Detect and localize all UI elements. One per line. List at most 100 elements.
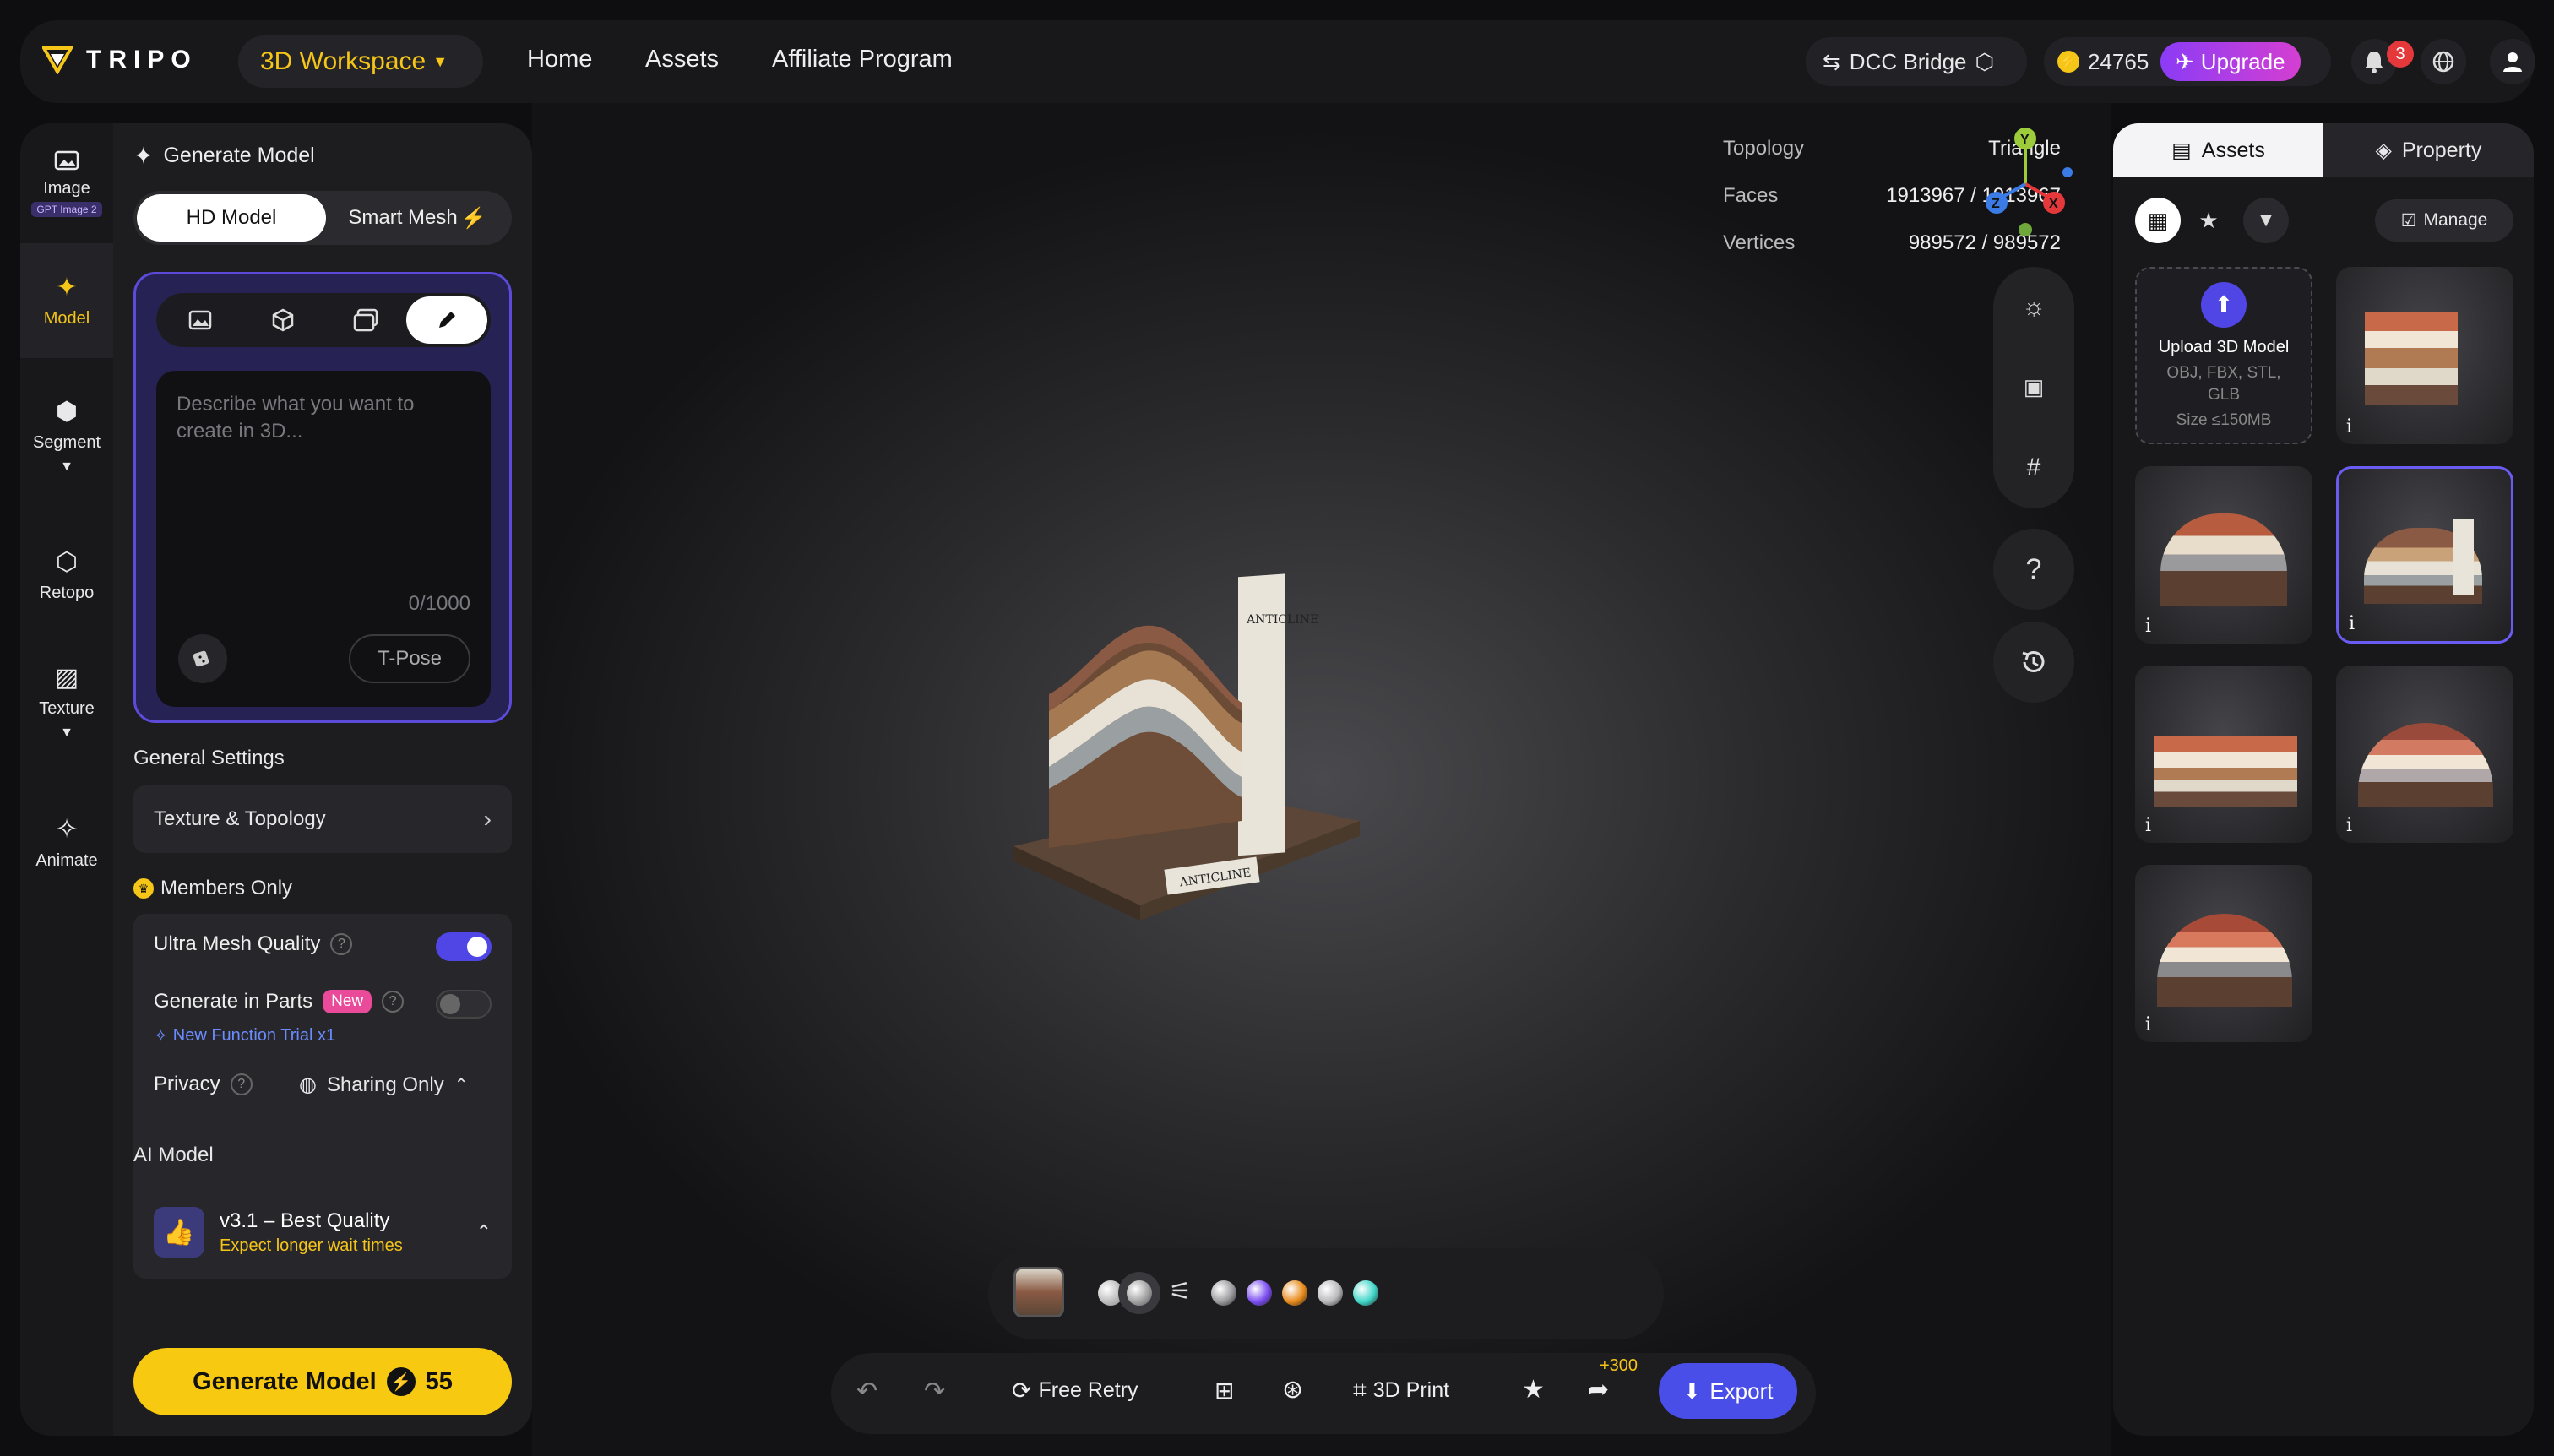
gift-icon[interactable]: ⊞ bbox=[1215, 1377, 1234, 1404]
tab-property[interactable]: ◈ Property bbox=[2323, 123, 2534, 177]
logo[interactable]: TRIPO bbox=[42, 46, 198, 74]
chevron-down-icon: ▼ bbox=[60, 459, 73, 474]
sliders-icon[interactable]: ⚟ bbox=[1169, 1277, 1192, 1307]
axis-gizmo[interactable]: Y X Z bbox=[1975, 125, 2076, 243]
undo-icon[interactable]: ↶ bbox=[856, 1377, 878, 1406]
material-bar: ⚟ bbox=[988, 1248, 1664, 1339]
rail-image[interactable]: Image GPT Image 2 bbox=[20, 123, 113, 242]
asset-thumbnail[interactable]: i bbox=[2135, 466, 2312, 644]
help-icon[interactable]: ? bbox=[230, 1073, 253, 1095]
credits-value: 24765 bbox=[2088, 48, 2149, 74]
material-purple-sphere[interactable] bbox=[1247, 1280, 1272, 1306]
dcc-bridge-button[interactable]: ⇆ DCC Bridge ⬡ bbox=[1806, 37, 2027, 86]
vertices-label: Vertices bbox=[1723, 231, 1796, 254]
rail-texture[interactable]: ▨ Texture ▼ bbox=[20, 638, 113, 765]
generate-parts-toggle[interactable] bbox=[436, 990, 492, 1019]
cube-icon bbox=[272, 308, 294, 332]
help-button[interactable]: ? bbox=[1993, 529, 2074, 610]
grid-icon[interactable]: # bbox=[2027, 454, 2041, 482]
grid-view-button[interactable]: ▦ bbox=[2135, 198, 2181, 243]
asset-thumbnail[interactable]: i bbox=[2336, 666, 2513, 843]
rail-retopo[interactable]: ⬡ Retopo bbox=[20, 520, 113, 630]
tab-assets[interactable]: ▤ Assets bbox=[2113, 123, 2323, 177]
rail-segment-label: Segment bbox=[32, 433, 101, 452]
generate-cost: 55 bbox=[425, 1367, 453, 1395]
generate-panel: ✦ Generate Model HD Model Smart Mesh ⚡ D… bbox=[113, 123, 532, 1436]
material-orange-sphere[interactable] bbox=[1282, 1280, 1307, 1306]
history-button[interactable] bbox=[1993, 622, 2074, 703]
redo-icon[interactable]: ↷ bbox=[924, 1377, 945, 1406]
anticline-model: ANTICLINE ANTICLINE bbox=[1013, 573, 1360, 921]
rail-animate[interactable]: ✧ Animate bbox=[20, 782, 113, 900]
privacy-row: Privacy ? bbox=[154, 1073, 253, 1096]
general-settings-heading: General Settings bbox=[133, 747, 285, 769]
textured-sphere-icon[interactable] bbox=[1127, 1280, 1152, 1306]
dice-icon bbox=[193, 650, 209, 667]
toggle-knob bbox=[467, 937, 487, 957]
info-icon[interactable]: i bbox=[2349, 613, 2355, 634]
rail-model[interactable]: ✦ Model bbox=[20, 243, 113, 358]
asset-thumbnail[interactable]: i bbox=[2336, 267, 2513, 444]
sparkle-icon: ✦ bbox=[133, 143, 154, 169]
star-icon[interactable]: ★ bbox=[1522, 1375, 1545, 1404]
tab-hd-model[interactable]: HD Model bbox=[137, 194, 326, 242]
nav-assets[interactable]: Assets bbox=[645, 46, 719, 73]
material-teal-sphere[interactable] bbox=[1353, 1280, 1378, 1306]
material-grey-sphere[interactable] bbox=[1211, 1280, 1236, 1306]
star-icon: ★ bbox=[2198, 207, 2219, 233]
nav-affiliate-program[interactable]: Affiliate Program bbox=[772, 46, 953, 73]
model-thumbnail[interactable] bbox=[1013, 1267, 1064, 1317]
asset-preview bbox=[2160, 513, 2287, 606]
3d-print-button[interactable]: ⌗ 3D Print bbox=[1353, 1377, 1449, 1404]
info-icon[interactable]: i bbox=[2145, 815, 2151, 836]
tab-smart-mesh[interactable]: Smart Mesh ⚡ bbox=[326, 194, 508, 242]
asset-preview bbox=[2365, 312, 2458, 405]
export-button[interactable]: ⬇ Export bbox=[1659, 1363, 1797, 1419]
share-icon[interactable]: ➦ bbox=[1588, 1375, 1609, 1404]
info-icon[interactable]: i bbox=[2346, 416, 2352, 437]
upload-3d-model[interactable]: ⬆ Upload 3D Model OBJ, FBX, STL, GLB Siz… bbox=[2135, 267, 2312, 444]
help-icon[interactable]: ? bbox=[330, 933, 353, 955]
gallery-mode-button[interactable] bbox=[325, 296, 406, 344]
favorites-filter[interactable]: ★ bbox=[2186, 198, 2231, 243]
ultra-mesh-toggle[interactable] bbox=[436, 932, 492, 961]
axis-z-label: Z bbox=[1992, 197, 2000, 211]
image-mode-button[interactable] bbox=[160, 296, 241, 344]
asset-thumbnail-selected[interactable]: i bbox=[2336, 466, 2513, 644]
globe-icon: ◍ bbox=[299, 1073, 317, 1096]
unity-icon: ⬡ bbox=[1975, 48, 1995, 74]
planet-icon[interactable]: ⊛ bbox=[1282, 1375, 1303, 1404]
swap-icon: ⇆ bbox=[1823, 48, 1841, 74]
prompt-textarea[interactable]: Describe what you want to create in 3D..… bbox=[156, 371, 491, 707]
material-silver-sphere[interactable] bbox=[1318, 1280, 1343, 1306]
asset-thumbnail[interactable]: i bbox=[2135, 865, 2312, 1042]
privacy-select[interactable]: ◍ Sharing Only ⌃ bbox=[299, 1073, 468, 1097]
free-retry-button[interactable]: ⟳ Free Retry bbox=[1012, 1377, 1138, 1404]
workspace-dropdown[interactable]: 3D Workspace ▼ bbox=[238, 35, 483, 88]
light-icon[interactable]: ☼ bbox=[2022, 293, 2046, 322]
texture-topology-row[interactable]: Texture & Topology › bbox=[133, 785, 512, 853]
random-prompt-button[interactable] bbox=[178, 634, 227, 683]
retry-box-icon: ⟳ bbox=[1012, 1377, 1032, 1404]
info-icon[interactable]: i bbox=[2145, 616, 2151, 637]
camera-icon[interactable]: ▣ bbox=[2024, 374, 2045, 400]
3d-viewport[interactable]: ANTICLINE ANTICLINE Topology Triangle Fa… bbox=[532, 103, 2111, 1456]
multiview-mode-button[interactable] bbox=[242, 296, 323, 344]
text-mode-button[interactable] bbox=[406, 296, 487, 344]
tpose-button[interactable]: T-Pose bbox=[349, 634, 470, 683]
language-button[interactable] bbox=[2421, 39, 2466, 84]
rail-segment[interactable]: ⬢ Segment ▼ bbox=[20, 377, 113, 495]
profile-button[interactable] bbox=[2490, 39, 2535, 84]
upgrade-button[interactable]: ✈ Upgrade bbox=[2160, 42, 2301, 81]
filter-button[interactable]: ▼ bbox=[2243, 198, 2289, 243]
generate-model-button[interactable]: Generate Model ⚡ 55 bbox=[133, 1348, 512, 1415]
ai-model-select[interactable]: 👍 v3.1 – Best Quality Expect longer wait… bbox=[133, 1186, 512, 1279]
manage-button[interactable]: ☑ Manage bbox=[2375, 199, 2513, 242]
nav-home[interactable]: Home bbox=[527, 46, 592, 73]
members-only-heading: ♛ Members Only bbox=[133, 877, 292, 900]
info-icon[interactable]: i bbox=[2346, 815, 2352, 836]
asset-thumbnail[interactable]: i bbox=[2135, 666, 2312, 843]
info-icon[interactable]: i bbox=[2145, 1014, 2151, 1035]
help-icon[interactable]: ? bbox=[382, 991, 405, 1013]
tripo-logo-icon bbox=[42, 46, 73, 74]
